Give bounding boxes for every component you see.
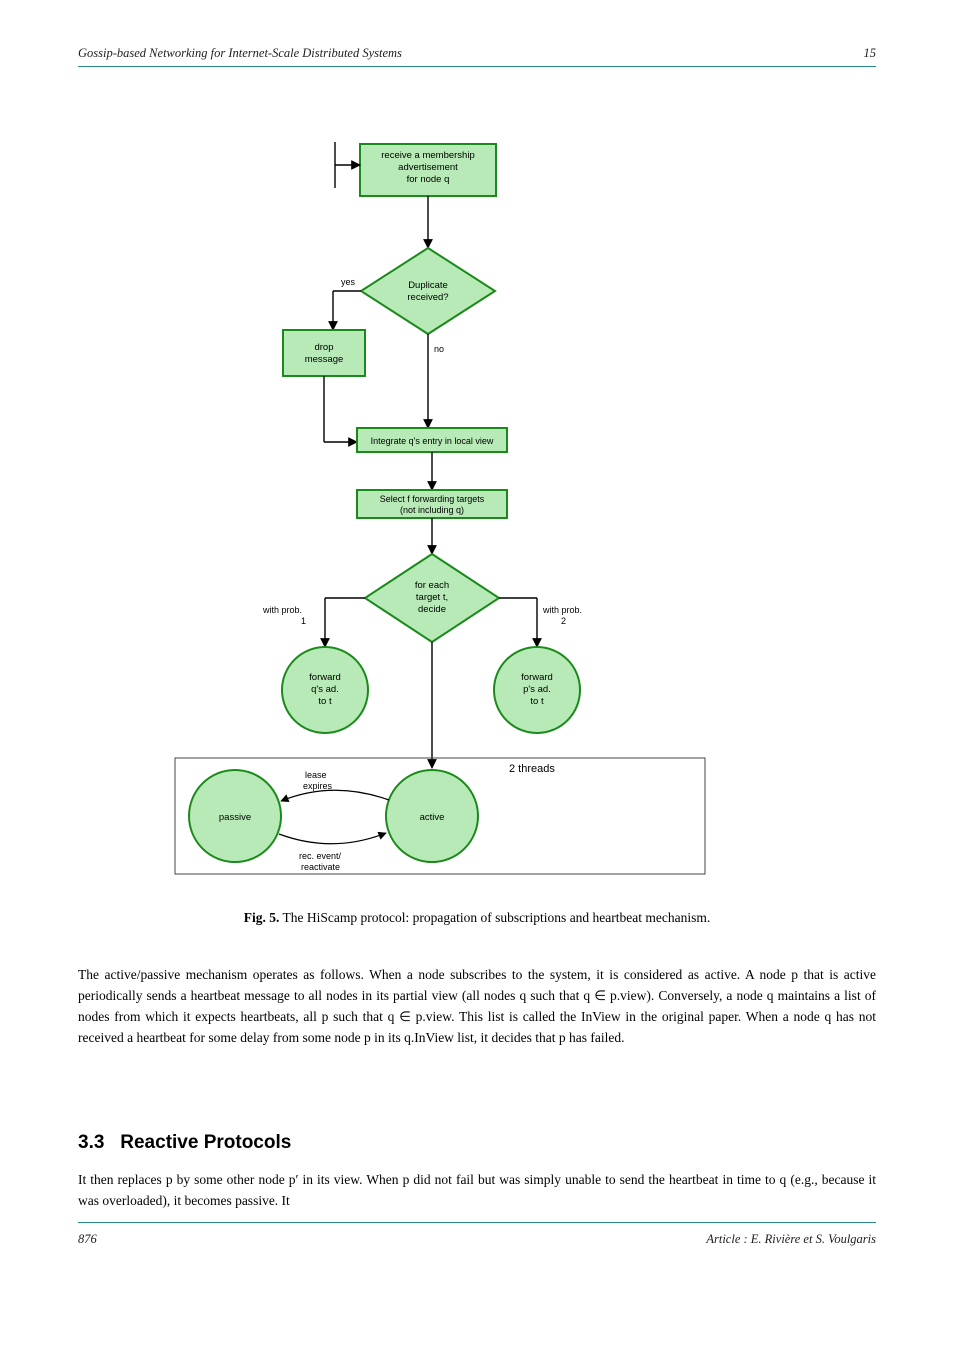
svg-text:reactivate: reactivate [301,862,340,872]
svg-text:Duplicate: Duplicate [408,280,448,291]
svg-text:for node q: for node q [407,174,450,185]
node-duplicate-decision: Duplicate received? [361,248,495,334]
footer-left: 876 [78,1232,97,1247]
header-rule [78,66,876,67]
svg-text:message: message [305,354,344,365]
figure-caption: Fig. 5. The HiScamp protocol: propagatio… [78,908,876,928]
paragraph-1: The active/passive mechanism operates as… [78,965,876,1049]
svg-text:forward: forward [521,672,553,683]
svg-text:no: no [434,344,444,354]
heading-number: 3.3 [78,1132,104,1153]
svg-text:Integrate q's entry in local v: Integrate q's entry in local view [371,436,494,446]
section-heading: 3.3 Reactive Protocols [78,1132,291,1154]
svg-text:decide: decide [418,604,446,615]
svg-text:to t: to t [318,696,332,707]
svg-text:advertisement: advertisement [398,162,458,173]
svg-text:active: active [420,812,445,823]
footer-right: Article : E. Rivière et S. Voulgaris [706,1232,876,1247]
svg-text:yes: yes [341,277,356,287]
svg-text:receive a membership: receive a membership [381,150,474,161]
svg-text:with prob.: with prob. [262,605,302,615]
header-page: 15 [864,46,877,61]
svg-text:Select f forwarding targets: Select f forwarding targets [380,494,485,504]
paragraph-2: It then replaces p by some other node p′… [78,1170,876,1212]
header-title: Gossip-based Networking for Internet-Sca… [78,46,402,61]
node-passive: passive [189,770,281,862]
heading-text: Reactive Protocols [120,1132,291,1153]
svg-text:received?: received? [407,292,448,303]
svg-text:(not including q): (not including q) [400,505,464,515]
node-forward-p: forward p's ad. to t [494,647,580,733]
svg-text:p's ad.: p's ad. [523,684,551,695]
svg-text:expires: expires [303,781,333,791]
svg-text:to t: to t [530,696,544,707]
svg-text:rec. event/: rec. event/ [299,851,342,861]
svg-text:with prob.: with prob. [542,605,582,615]
node-drop: drop message [283,330,365,376]
page: Gossip-based Networking for Internet-Sca… [0,0,954,1351]
svg-text:2: 2 [561,616,566,626]
node-integrate: Integrate q's entry in local view [357,428,507,452]
svg-text:forward: forward [309,672,341,683]
svg-text:drop: drop [314,342,333,353]
svg-text:lease: lease [305,770,327,780]
footer-rule [78,1222,876,1223]
node-active: active [386,770,478,862]
svg-text:target t,: target t, [416,592,448,603]
svg-text:2 threads: 2 threads [509,763,555,775]
node-decide: for each target t, decide [365,554,499,642]
svg-text:for each: for each [415,580,449,591]
figure-flowchart: receive a membership advertisement for n… [165,108,715,886]
svg-text:1: 1 [301,616,306,626]
svg-text:passive: passive [219,812,251,823]
svg-text:q's ad.: q's ad. [311,684,339,695]
node-select: Select f forwarding targets (not includi… [357,490,507,518]
node-forward-q: forward q's ad. to t [282,647,368,733]
node-receive: receive a membership advertisement for n… [360,144,496,196]
